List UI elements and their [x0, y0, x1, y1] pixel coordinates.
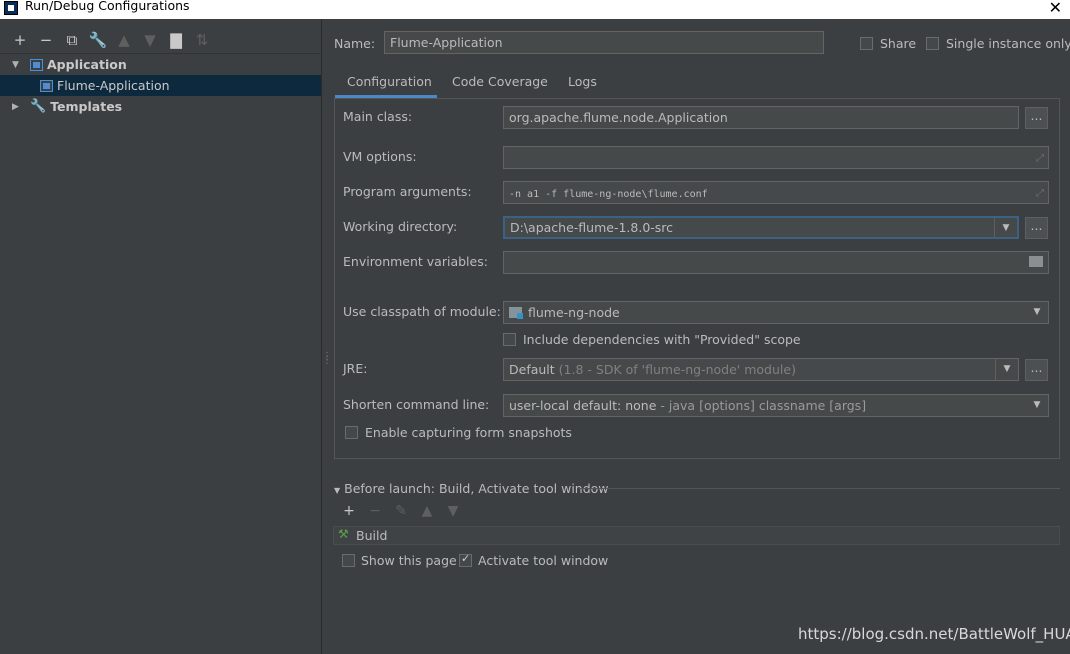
shorten-command-line-hint: - java [options] classname [args]: [660, 398, 867, 413]
show-this-page-label: Show this page: [361, 553, 457, 568]
jre-hint: (1.8 - SDK of 'flume-ng-node' module): [558, 362, 796, 377]
tab-code-coverage[interactable]: Code Coverage: [452, 72, 548, 98]
jre-combo[interactable]: Default (1.8 - SDK of 'flume-ng-node' mo…: [503, 358, 1019, 381]
hammer-icon: ⚒: [338, 527, 349, 541]
new-folder-button[interactable]: ▇: [166, 31, 186, 49]
add-config-button[interactable]: +: [10, 31, 30, 49]
share-checkbox[interactable]: [860, 37, 873, 50]
browse-main-class-button[interactable]: ...: [1025, 107, 1048, 129]
expand-icon[interactable]: ⤢: [1036, 148, 1044, 168]
configuration-panel: Main class: org.apache.flume.node.Applic…: [334, 98, 1060, 459]
tab-logs[interactable]: Logs: [568, 72, 597, 98]
build-task-row[interactable]: ⚒ Build: [333, 526, 1060, 545]
name-label: Name:: [334, 36, 376, 51]
remove-config-button[interactable]: −: [36, 31, 56, 49]
folder-icon[interactable]: [1029, 256, 1043, 267]
environment-variables-input[interactable]: [503, 251, 1049, 274]
divider: [579, 488, 1060, 489]
tree-node-templates[interactable]: ▶ 🔧 Templates: [0, 96, 321, 117]
expand-icon[interactable]: ⤢: [1036, 183, 1044, 203]
tree-node-label: Flume-Application: [57, 78, 170, 93]
enable-snapshots-checkbox[interactable]: [345, 426, 358, 439]
browse-working-directory-button[interactable]: ...: [1025, 217, 1048, 239]
working-directory-label: Working directory:: [343, 219, 458, 234]
include-dependencies-checkbox[interactable]: [503, 333, 516, 346]
main-class-input[interactable]: org.apache.flume.node.Application: [503, 106, 1019, 129]
program-arguments-label: Program arguments:: [343, 184, 472, 199]
watermark-text: https://blog.csdn.net/BattleWolf_HUA: [798, 625, 1070, 643]
shorten-command-line-value: user-local default: none: [509, 398, 657, 413]
edit-defaults-button[interactable]: 🔧: [88, 31, 108, 49]
single-instance-checkbox[interactable]: [926, 37, 939, 50]
tree-toolbar: + − ⧉ 🔧 ▲ ▼ ▇ ⇅: [10, 31, 212, 49]
chevron-down-icon[interactable]: ▼: [995, 359, 1018, 380]
config-tree: ▼ Application Flume-Application ▶ 🔧 Temp…: [0, 53, 321, 117]
remove-task-button[interactable]: −: [366, 503, 384, 519]
classpath-module-combo[interactable]: flume-ng-node ▼: [503, 301, 1049, 324]
wrench-icon: 🔧: [30, 99, 47, 114]
shorten-command-line-combo[interactable]: user-local default: none - java [options…: [503, 394, 1049, 417]
add-task-button[interactable]: +: [340, 503, 358, 519]
working-directory-value: D:\apache-flume-1.8.0-src: [510, 220, 674, 235]
share-label: Share: [880, 36, 917, 51]
chevron-down-icon[interactable]: ▼: [1026, 395, 1048, 416]
application-icon: [40, 79, 53, 92]
program-arguments-input[interactable]: -n a1 -f flume-ng-node\flume.conf ⤢: [503, 181, 1049, 204]
sort-button[interactable]: ⇅: [192, 31, 212, 49]
enable-snapshots-label: Enable capturing form snapshots: [365, 425, 572, 440]
build-task-label: Build: [356, 528, 388, 543]
shorten-command-line-label: Shorten command line:: [343, 397, 490, 412]
collapse-down-icon[interactable]: ▼: [334, 486, 340, 495]
application-icon: [30, 58, 43, 71]
expand-down-icon[interactable]: ▼: [12, 60, 22, 70]
jre-label: JRE:: [343, 361, 368, 376]
working-directory-combo[interactable]: D:\apache-flume-1.8.0-src ▼: [503, 216, 1019, 239]
before-launch-header[interactable]: ▼ Before launch: Build, Activate tool wi…: [334, 481, 609, 496]
vm-options-label: VM options:: [343, 149, 417, 164]
classpath-module-label: Use classpath of module:: [343, 304, 501, 319]
main-class-label: Main class:: [343, 109, 413, 124]
include-dependencies-label: Include dependencies with "Provided" sco…: [523, 332, 801, 347]
jre-value: Default: [509, 362, 555, 377]
classpath-module-value: flume-ng-node: [528, 305, 620, 320]
move-down-button[interactable]: ▼: [140, 31, 160, 49]
window-title: Run/Debug Configurations: [25, 0, 190, 13]
move-up-icon[interactable]: ▲: [418, 503, 436, 519]
intellij-app-icon: [4, 1, 18, 15]
move-down-icon[interactable]: ▼: [444, 503, 462, 519]
show-this-page-checkbox[interactable]: [342, 554, 355, 567]
browse-jre-button[interactable]: ...: [1025, 359, 1048, 381]
name-input[interactable]: Flume-Application: [384, 31, 824, 54]
config-editor: Name: Flume-Application Share Single ins…: [322, 19, 1070, 654]
before-launch-title: Before launch: Build, Activate tool wind…: [344, 481, 609, 496]
config-tree-panel: + − ⧉ 🔧 ▲ ▼ ▇ ⇅ ▼ Application Flume-Application…: [0, 19, 322, 654]
tree-node-label: Application: [47, 57, 127, 72]
move-up-button[interactable]: ▲: [114, 31, 134, 49]
tree-node-flume-application[interactable]: Flume-Application: [0, 75, 321, 96]
chevron-down-icon[interactable]: ▼: [1026, 302, 1048, 323]
tree-node-label: Templates: [50, 99, 123, 114]
tab-configuration[interactable]: Configuration: [335, 72, 437, 98]
copy-config-button[interactable]: ⧉: [62, 31, 82, 49]
before-launch-toolbar: + − ✎ ▲ ▼: [340, 503, 462, 519]
activate-tool-window-label: Activate tool window: [478, 553, 609, 568]
module-icon: [509, 307, 523, 319]
chevron-down-icon[interactable]: ▼: [994, 218, 1017, 237]
single-instance-label: Single instance only: [946, 36, 1070, 51]
edit-task-icon[interactable]: ✎: [392, 503, 410, 519]
tree-node-application[interactable]: ▼ Application: [0, 54, 321, 75]
vm-options-input[interactable]: ⤢: [503, 146, 1049, 169]
activate-tool-window-checkbox[interactable]: [459, 552, 472, 567]
expand-right-icon[interactable]: ▶: [12, 102, 22, 112]
title-bar: Run/Debug Configurations ✕: [0, 0, 1070, 19]
close-icon[interactable]: ✕: [1049, 0, 1062, 17]
environment-variables-label: Environment variables:: [343, 254, 488, 269]
program-arguments-value: -n a1 -f flume-ng-node\flume.conf: [509, 189, 708, 200]
